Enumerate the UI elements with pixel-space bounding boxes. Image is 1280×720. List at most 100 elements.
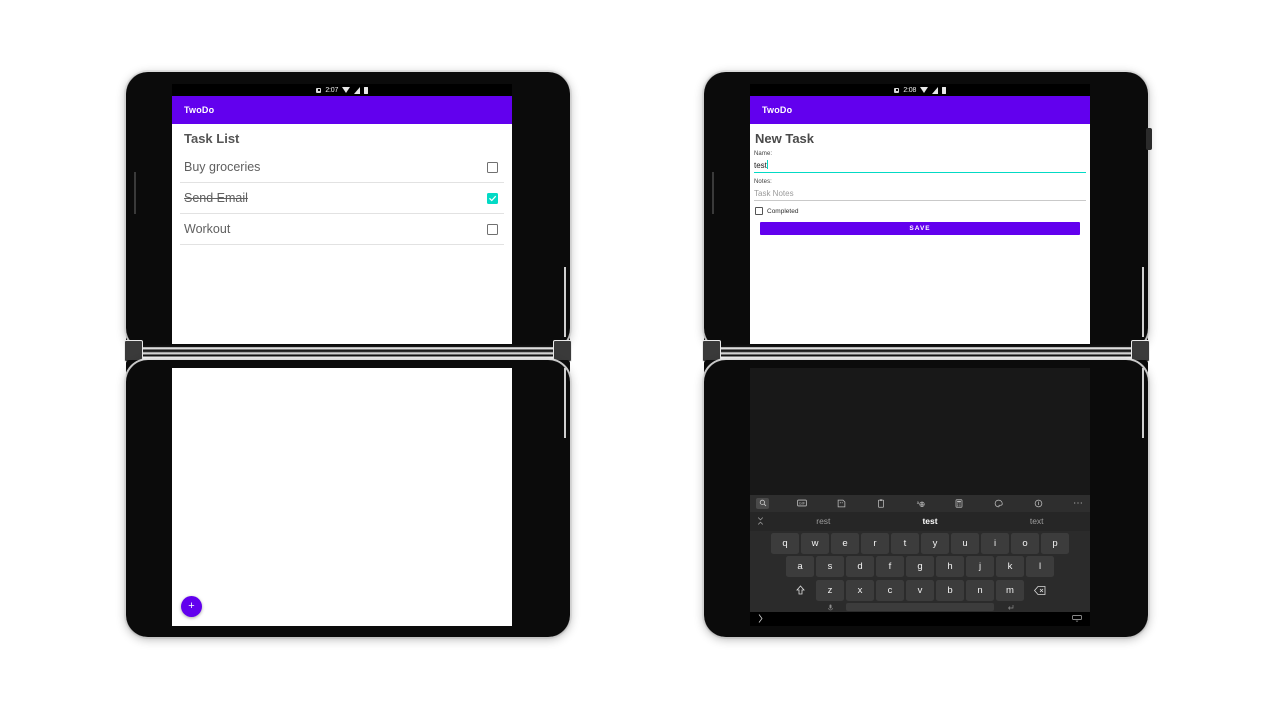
suggestion-item[interactable]: rest: [770, 516, 877, 526]
clipboard-icon[interactable]: [874, 498, 887, 509]
sticker-icon[interactable]: [835, 498, 848, 509]
table-row[interactable]: Send Email: [180, 183, 504, 213]
theme-icon[interactable]: [992, 498, 1005, 509]
hide-keyboard-icon[interactable]: [1072, 614, 1082, 624]
left-top-screen: 2:07 TwoDo Task List Buy groceries Send …: [172, 84, 512, 344]
keyboard-row-4: [752, 603, 1088, 612]
notes-field[interactable]: Task Notes: [754, 186, 1086, 201]
add-task-fab[interactable]: +: [181, 596, 202, 617]
key-m[interactable]: m: [996, 579, 1024, 601]
system-nav-bar: [750, 612, 1090, 626]
key-l[interactable]: l: [1026, 556, 1054, 577]
left-bottom-screen: +: [172, 368, 512, 626]
keyboard-backdrop: [750, 368, 1090, 495]
hinge-cap-left: [702, 340, 721, 362]
soft-keyboard: GIF a rest test text q w e r t y u i o p…: [750, 494, 1090, 612]
key-g[interactable]: g: [906, 556, 934, 577]
settings-icon[interactable]: [1032, 498, 1045, 509]
translate-icon[interactable]: a: [914, 498, 927, 509]
period-key[interactable]: [1026, 603, 1054, 612]
power-button[interactable]: [1146, 128, 1152, 150]
right-app-bar: TwoDo: [750, 96, 1090, 124]
app-title: TwoDo: [184, 105, 215, 115]
left-device-hinge: [124, 340, 572, 362]
calculator-icon[interactable]: [953, 498, 966, 509]
suggestion-strip: rest test text: [750, 511, 1090, 531]
key-h[interactable]: h: [936, 556, 964, 577]
mic-key[interactable]: [816, 603, 844, 612]
name-field-value: test: [754, 161, 767, 170]
task-checkbox[interactable]: [487, 223, 498, 235]
right-top-side-button[interactable]: [712, 172, 714, 214]
svg-text:GIF: GIF: [799, 502, 806, 506]
key-y[interactable]: y: [921, 532, 949, 554]
key-e[interactable]: e: [831, 532, 859, 554]
app-notification-icon: [894, 87, 900, 93]
app-title: TwoDo: [762, 105, 793, 115]
key-q[interactable]: q: [771, 532, 799, 554]
task-checkbox-checked[interactable]: [487, 192, 498, 204]
keyboard-row-2: a s d f g h j k l: [752, 556, 1088, 577]
key-s[interactable]: s: [816, 556, 844, 577]
left-top-side-button[interactable]: [134, 172, 136, 214]
hinge-cap-right: [1131, 340, 1150, 362]
key-r[interactable]: r: [861, 532, 889, 554]
key-t[interactable]: t: [891, 532, 919, 554]
key-n[interactable]: n: [966, 579, 994, 601]
key-u[interactable]: u: [951, 532, 979, 554]
suggestion-item[interactable]: text: [983, 516, 1090, 526]
symbols-key[interactable]: [786, 603, 814, 612]
key-j[interactable]: j: [966, 556, 994, 577]
left-app-bar: TwoDo: [172, 96, 512, 124]
right-status-bar: 2:08: [750, 84, 1090, 96]
signal-icon: [932, 86, 939, 94]
key-o[interactable]: o: [1011, 532, 1039, 554]
key-b[interactable]: b: [936, 579, 964, 601]
key-w[interactable]: w: [801, 532, 829, 554]
key-c[interactable]: c: [876, 579, 904, 601]
right-device: 2:08 TwoDo New Task Name: test Notes: Ta…: [702, 72, 1152, 637]
name-field[interactable]: test: [754, 158, 1086, 173]
backspace-key[interactable]: [1026, 580, 1054, 601]
left-status-bar: 2:07: [172, 84, 512, 96]
right-device-hinge: [702, 340, 1150, 362]
name-field-label: Name:: [754, 151, 773, 157]
right-top-edge-highlight: [1142, 267, 1144, 337]
hinge-bar: [706, 345, 1146, 357]
key-a[interactable]: a: [786, 556, 814, 577]
enter-key[interactable]: [996, 603, 1024, 612]
key-f[interactable]: f: [876, 556, 904, 577]
gif-icon[interactable]: GIF: [795, 498, 808, 509]
hinge-bar: [128, 345, 568, 357]
key-d[interactable]: d: [846, 556, 874, 577]
right-top-screen: 2:08 TwoDo New Task Name: test Notes: Ta…: [750, 84, 1090, 344]
key-x[interactable]: x: [846, 579, 874, 601]
left-device-top-panel: 2:07 TwoDo Task List Buy groceries Send …: [126, 72, 570, 350]
search-icon[interactable]: [756, 497, 769, 509]
page-title: New Task: [755, 131, 815, 146]
task-label: Workout: [184, 222, 231, 236]
save-button[interactable]: SAVE: [760, 222, 1080, 235]
left-device: 2:07 TwoDo Task List Buy groceries Send …: [124, 72, 572, 637]
right-bottom-screen: GIF a rest test text q w e r t y u i o p…: [750, 368, 1090, 626]
text-caret: [767, 160, 769, 169]
suggestion-item-active[interactable]: test: [877, 516, 984, 526]
key-i[interactable]: i: [981, 532, 1009, 554]
back-chevron-icon[interactable]: [758, 613, 763, 625]
table-row[interactable]: Buy groceries: [180, 152, 504, 182]
completed-checkbox-row[interactable]: Completed: [755, 207, 1086, 215]
new-task-screen: 2:08 TwoDo New Task Name: test Notes: Ta…: [750, 84, 1090, 344]
notes-field-label: Notes:: [754, 179, 772, 185]
more-icon[interactable]: [1071, 498, 1084, 509]
expand-icon[interactable]: [750, 517, 770, 525]
space-key[interactable]: [846, 603, 994, 611]
shift-key[interactable]: [786, 580, 814, 601]
completed-checkbox[interactable]: [755, 207, 763, 215]
task-checkbox[interactable]: [487, 161, 498, 173]
save-button-label: SAVE: [909, 225, 931, 232]
key-k[interactable]: k: [996, 556, 1024, 577]
key-z[interactable]: z: [816, 579, 844, 601]
key-p[interactable]: p: [1041, 532, 1069, 554]
key-v[interactable]: v: [906, 579, 934, 601]
table-row[interactable]: Workout: [180, 214, 504, 244]
